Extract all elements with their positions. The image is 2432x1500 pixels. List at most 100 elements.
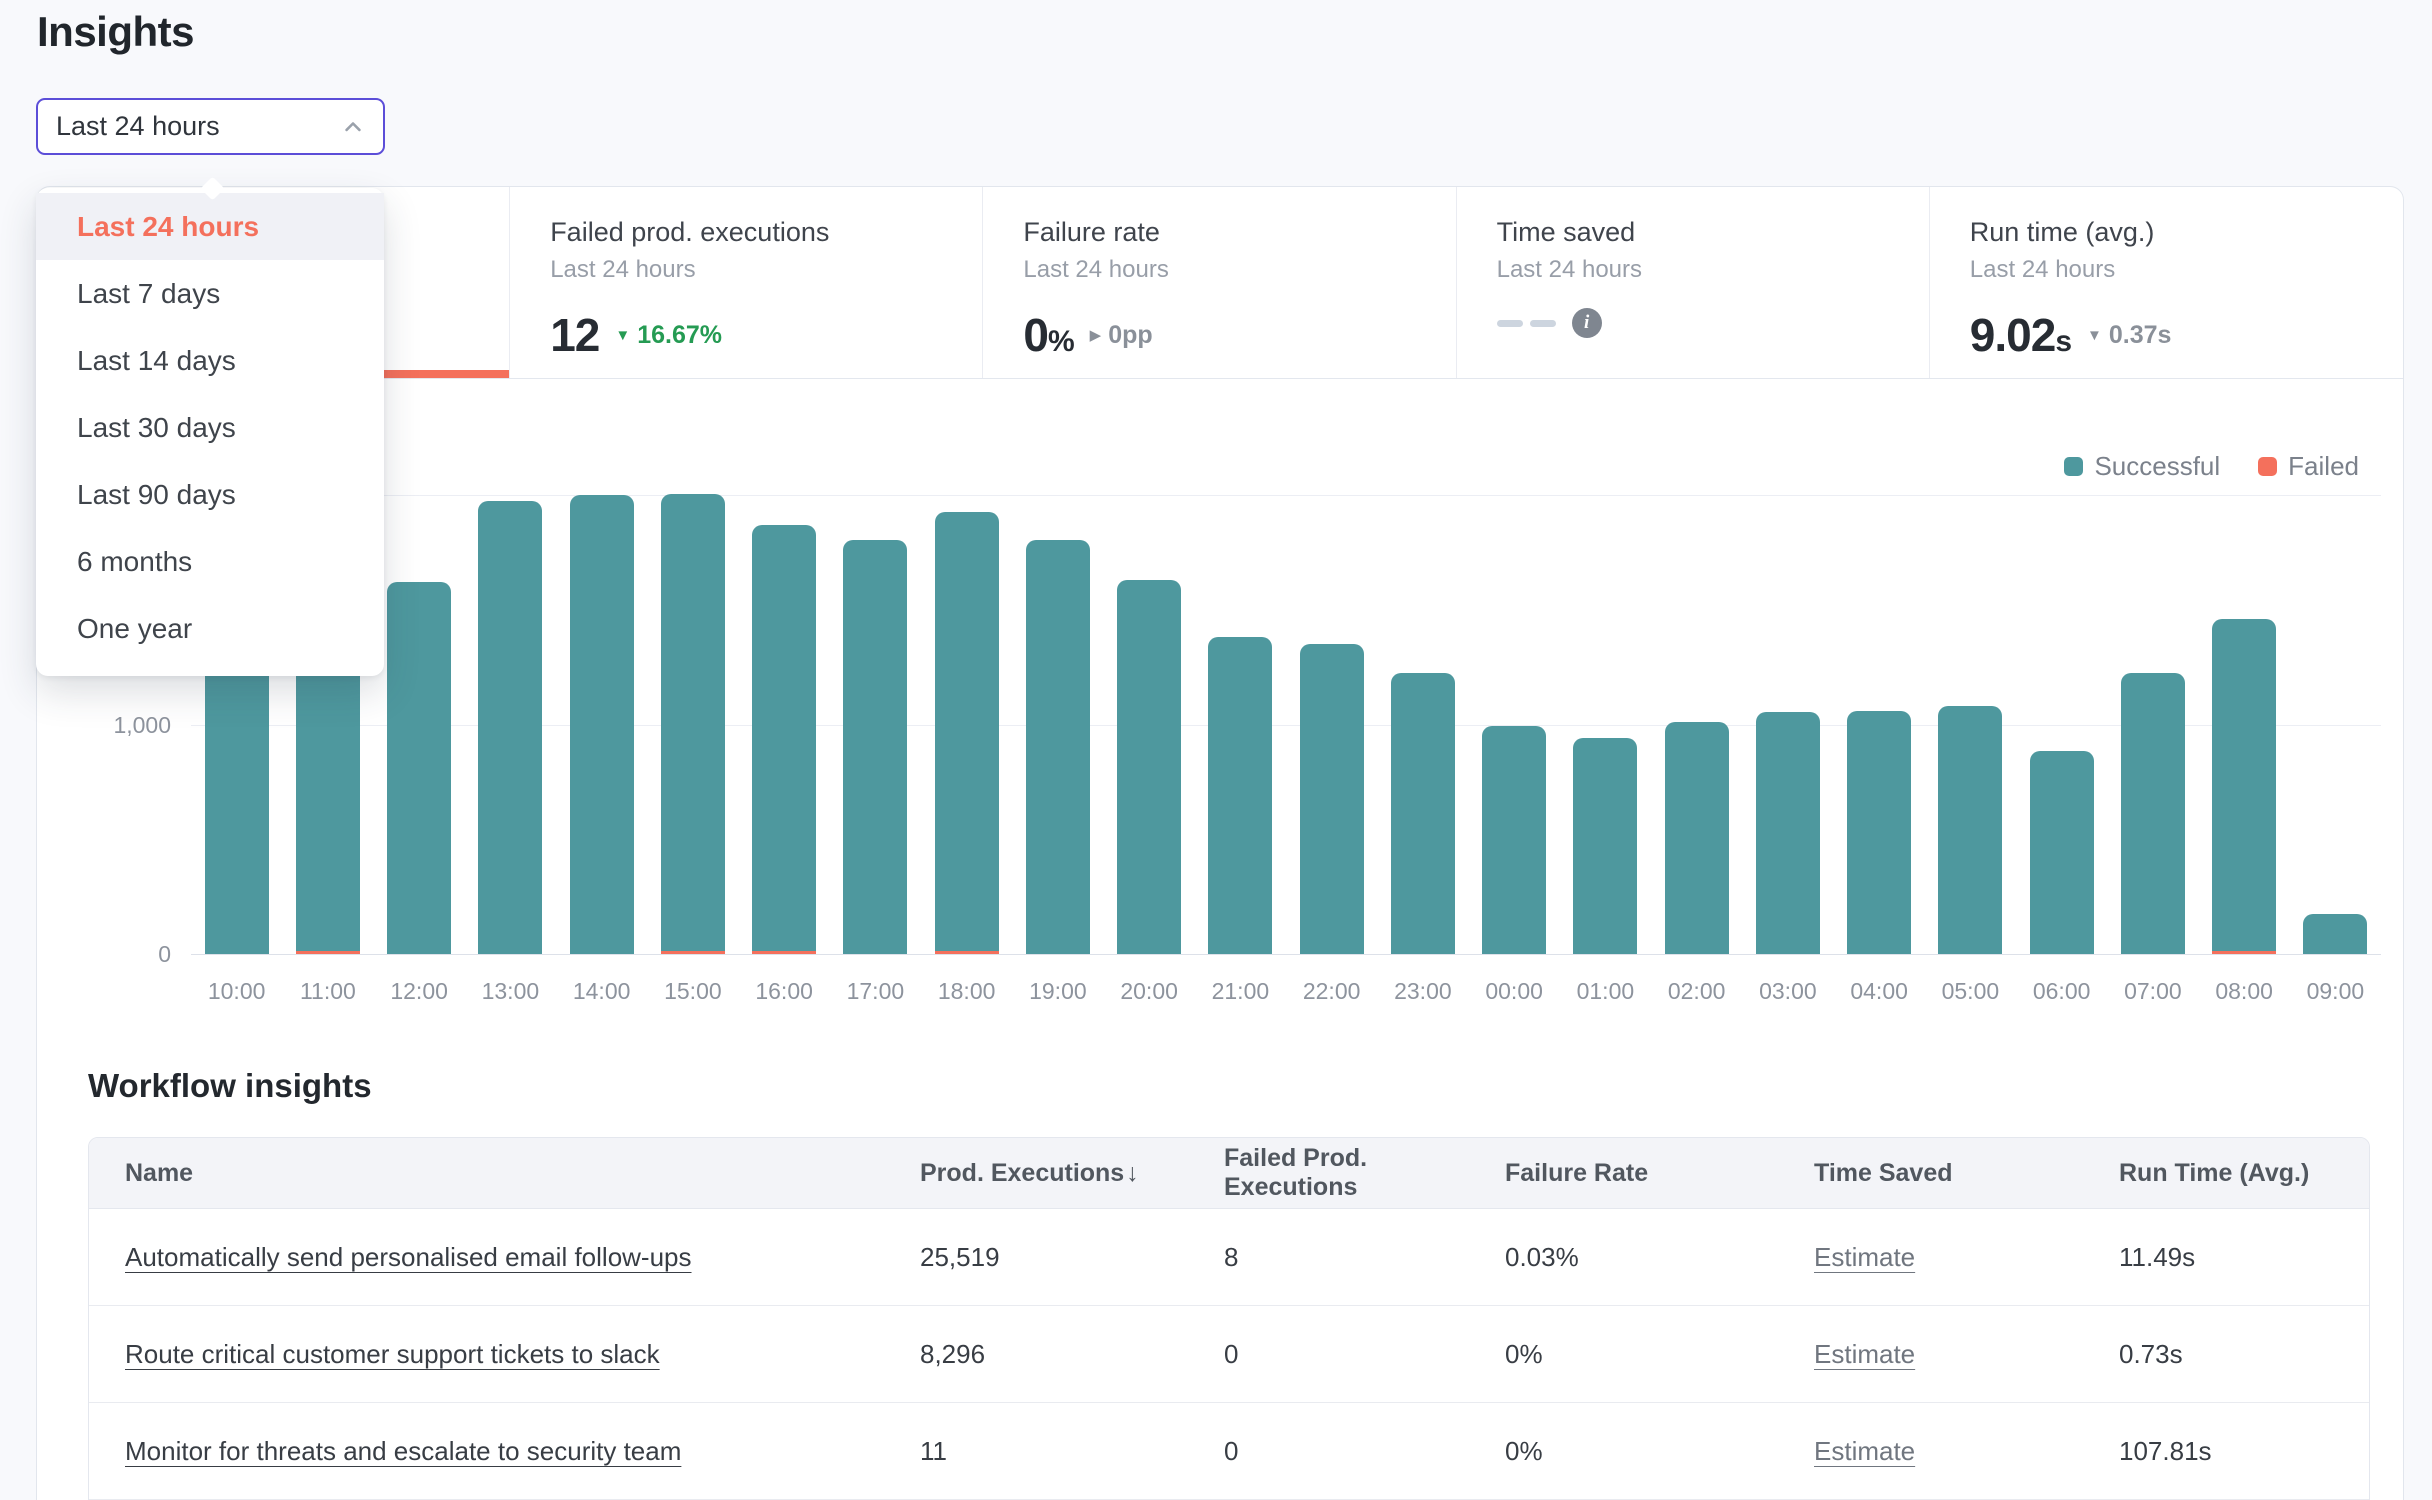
bar-07-00 xyxy=(2121,673,2185,954)
bar-successful-segment xyxy=(1117,580,1181,954)
x-axis-label: 15:00 xyxy=(647,977,738,1005)
empty-value-dashes xyxy=(1497,320,1556,327)
stat-card-delta: ▼0.37s xyxy=(2087,321,2171,350)
dropdown-item-last-7-days[interactable]: Last 7 days xyxy=(36,260,384,327)
bar-18-00 xyxy=(935,512,999,954)
bar-slot-21-00 xyxy=(1195,424,1286,954)
bar-successful-segment xyxy=(935,512,999,951)
table-body: Automatically send personalised email fo… xyxy=(89,1209,2369,1500)
stat-card-value-row: i xyxy=(1497,308,1919,338)
bar-successful-segment xyxy=(2212,619,2276,951)
chart-bars xyxy=(191,424,2381,954)
dropdown-item-last-90-days[interactable]: Last 90 days xyxy=(36,461,384,528)
table-header-row: NameProd. Executions↓Failed Prod. Execut… xyxy=(89,1138,2369,1209)
dropdown-item-6-months[interactable]: 6 months xyxy=(36,528,384,595)
x-axis-label: 09:00 xyxy=(2290,977,2381,1005)
workflow-name-link[interactable]: Automatically send personalised email fo… xyxy=(125,1242,692,1272)
cell-prod-executions: 11 xyxy=(920,1436,1224,1467)
bar-slot-02-00 xyxy=(1651,424,1742,954)
bar-17-00 xyxy=(843,540,907,954)
insights-panel: Failed prod. executionsLast 24 hours12▼1… xyxy=(36,186,2404,1500)
bar-failed-segment xyxy=(752,951,816,954)
workflow-name-link[interactable]: Monitor for threats and escalate to secu… xyxy=(125,1436,681,1466)
bar-16-00 xyxy=(752,525,816,954)
estimate-link[interactable]: Estimate xyxy=(1814,1242,1915,1272)
bar-successful-segment xyxy=(1391,673,1455,954)
stat-card-time-saved[interactable]: Time savedLast 24 hoursi xyxy=(1457,187,1930,378)
x-axis-label: 11:00 xyxy=(282,977,373,1005)
bar-slot-06-00 xyxy=(2016,424,2107,954)
insights-page: Insights Last 24 hours Failed prod. exec… xyxy=(0,0,2432,1500)
bar-19-00 xyxy=(1026,540,1090,954)
delta-down-arrow-icon: ▼ xyxy=(2087,327,2102,344)
bar-slot-04-00 xyxy=(1834,424,1925,954)
column-header-name[interactable]: Name xyxy=(89,1159,920,1188)
column-header-run-time-avg[interactable]: Run Time (Avg.) xyxy=(2119,1159,2369,1188)
bar-successful-segment xyxy=(1847,711,1911,954)
info-icon[interactable]: i xyxy=(1572,308,1602,338)
column-header-time-saved[interactable]: Time Saved xyxy=(1814,1159,2119,1188)
time-range-select-value: Last 24 hours xyxy=(56,111,220,142)
bar-08-00 xyxy=(2212,619,2276,954)
bar-successful-segment xyxy=(1938,706,2002,954)
stat-card-delta: ▼16.67% xyxy=(615,321,722,350)
table-row: Automatically send personalised email fo… xyxy=(89,1209,2369,1306)
bar-successful-segment xyxy=(1208,637,1272,954)
x-axis-label: 18:00 xyxy=(921,977,1012,1005)
dropdown-item-one-year[interactable]: One year xyxy=(36,595,384,662)
stat-card-value-row: 9.02s ▼0.37s xyxy=(1970,308,2393,362)
bar-slot-15-00 xyxy=(647,424,738,954)
bar-slot-17-00 xyxy=(830,424,921,954)
y-axis-label: 1,000 xyxy=(37,711,171,739)
bar-slot-05-00 xyxy=(1925,424,2016,954)
x-axis-label: 13:00 xyxy=(465,977,556,1005)
time-range-select[interactable]: Last 24 hours xyxy=(36,98,385,155)
column-header-failure-rate[interactable]: Failure Rate xyxy=(1505,1159,1814,1188)
stat-card-label: Failed prod. executions xyxy=(550,217,972,248)
bar-successful-segment xyxy=(2303,914,2367,954)
stat-card-value-row: 12 ▼16.67% xyxy=(550,308,972,362)
dropdown-item-last-24-hours[interactable]: Last 24 hours xyxy=(36,193,384,260)
bar-slot-00-00 xyxy=(1469,424,1560,954)
x-axis-label: 00:00 xyxy=(1469,977,1560,1005)
bar-06-00 xyxy=(2030,751,2094,954)
executions-chart: SuccessfulFailed 01,0002,000 10:0011:001… xyxy=(37,379,2403,1043)
stat-card-failed-prod-executions[interactable]: Failed prod. executionsLast 24 hours12▼1… xyxy=(510,187,983,378)
bar-22-00 xyxy=(1300,644,1364,954)
bar-05-00 xyxy=(1938,706,2002,954)
cell-failure-rate: 0% xyxy=(1505,1436,1814,1467)
stat-card-value: 12 xyxy=(550,308,599,362)
x-axis-label: 06:00 xyxy=(2016,977,2107,1005)
bar-successful-segment xyxy=(661,494,725,951)
bar-23-00 xyxy=(1391,673,1455,954)
bar-slot-08-00 xyxy=(2199,424,2290,954)
dropdown-item-last-14-days[interactable]: Last 14 days xyxy=(36,327,384,394)
column-header-prod-executions[interactable]: Prod. Executions↓ xyxy=(920,1159,1224,1188)
dropdown-item-last-30-days[interactable]: Last 30 days xyxy=(36,394,384,461)
bar-20-00 xyxy=(1117,580,1181,954)
estimate-link[interactable]: Estimate xyxy=(1814,1339,1915,1369)
cell-run-time-avg: 0.73s xyxy=(2119,1339,2369,1370)
bar-slot-20-00 xyxy=(1104,424,1195,954)
cell-run-time-avg: 107.81s xyxy=(2119,1436,2369,1467)
stat-card-run-time-avg[interactable]: Run time (avg.)Last 24 hours9.02s▼0.37s xyxy=(1930,187,2403,378)
cell-failure-rate: 0.03% xyxy=(1505,1242,1814,1273)
stat-card-failure-rate[interactable]: Failure rateLast 24 hours0%▶0pp xyxy=(983,187,1456,378)
cell-time-saved: Estimate xyxy=(1814,1339,2119,1370)
x-axis-label: 22:00 xyxy=(1286,977,1377,1005)
cell-prod-executions: 8,296 xyxy=(920,1339,1224,1370)
stat-card-value: 9.02s xyxy=(1970,308,2071,362)
bar-00-00 xyxy=(1482,726,1546,954)
column-header-failed-prod-executions[interactable]: Failed Prod. Executions xyxy=(1224,1144,1505,1202)
workflow-name-link[interactable]: Route critical customer support tickets … xyxy=(125,1339,660,1369)
chart-x-axis: 10:0011:0012:0013:0014:0015:0016:0017:00… xyxy=(191,977,2381,1005)
sort-down-icon: ↓ xyxy=(1126,1159,1139,1187)
bar-successful-segment xyxy=(387,582,451,954)
cell-prod-executions: 25,519 xyxy=(920,1242,1224,1273)
bar-successful-segment xyxy=(1026,540,1090,954)
bar-02-00 xyxy=(1665,722,1729,954)
stat-card-delta: ▶0pp xyxy=(1090,321,1153,350)
chevron-up-icon xyxy=(339,113,367,141)
estimate-link[interactable]: Estimate xyxy=(1814,1436,1915,1466)
x-axis-label: 16:00 xyxy=(739,977,830,1005)
